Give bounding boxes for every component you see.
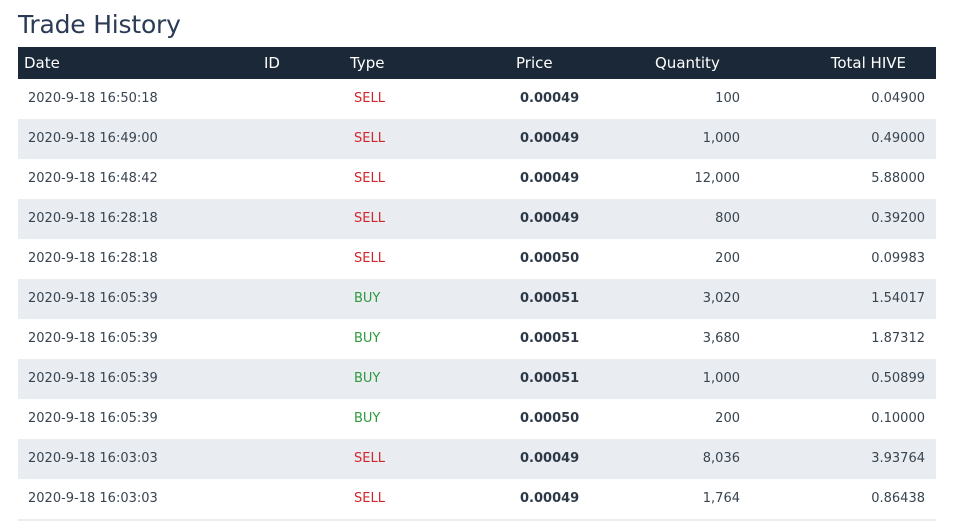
- cell-total-hive: 5.88000: [871, 171, 925, 186]
- cell-quantity: 200: [715, 251, 740, 266]
- cell-total-hive: 0.86438: [871, 491, 925, 506]
- cell-type: SELL: [354, 491, 385, 506]
- cell-quantity: 12,000: [694, 171, 741, 186]
- cell-date: 2020-9-18 16:05:39: [28, 291, 158, 306]
- cell-total-hive: 0.49000: [871, 131, 925, 146]
- cell-type: SELL: [354, 91, 385, 106]
- cell-price: 0.00049: [520, 91, 580, 106]
- header-total-hive[interactable]: Total HIVE: [831, 47, 906, 79]
- cell-date: 2020-9-18 16:03:03: [28, 491, 158, 506]
- cell-date: 2020-9-18 16:50:18: [28, 91, 158, 106]
- table-row: 2020-9-18 16:03:03 SELL 0.00049 1,764 0.8643…: [18, 479, 936, 519]
- cell-quantity: 8,036: [702, 451, 740, 466]
- table-row: 2020-9-18 16:05:39 BUY 0.00051 1,000 0.50899: [18, 359, 936, 399]
- header-type[interactable]: Type: [350, 47, 384, 79]
- cell-price: 0.00051: [520, 331, 580, 346]
- cell-date: 2020-9-18 16:28:18: [28, 211, 158, 226]
- cell-total-hive: 3.93764: [871, 451, 925, 466]
- cell-quantity: 800: [715, 211, 740, 226]
- cell-total-hive: 0.10000: [871, 411, 925, 426]
- cell-quantity: 100: [715, 91, 740, 106]
- cell-total-hive: 1.54017: [871, 291, 925, 306]
- cell-total-hive: 0.04900: [871, 91, 925, 106]
- cell-total-hive: 0.39200: [871, 211, 925, 226]
- cell-date: 2020-9-18 16:48:42: [28, 171, 158, 186]
- cell-date: 2020-9-18 16:05:39: [28, 411, 158, 426]
- table-header: Date ID Type Price Quantity Total HIVE: [18, 47, 936, 79]
- cell-price: 0.00049: [520, 131, 580, 146]
- cell-price: 0.00049: [520, 491, 580, 506]
- table-row: 2020-9-18 16:28:18 SELL 0.00050 200 0.09983: [18, 239, 936, 279]
- cell-type: BUY: [354, 291, 381, 306]
- cell-price: 0.00050: [520, 411, 580, 426]
- cell-price: 0.00049: [520, 451, 580, 466]
- cell-type: SELL: [354, 171, 385, 186]
- page-title: Trade History: [18, 10, 181, 39]
- cell-price: 0.00051: [520, 291, 580, 306]
- table-row: 2020-9-18 16:05:39 BUY 0.00050 200 0.10000: [18, 399, 936, 439]
- header-id[interactable]: ID: [264, 47, 280, 79]
- cell-total-hive: 0.09983: [871, 251, 925, 266]
- cell-total-hive: 0.50899: [871, 371, 925, 386]
- table-row: 2020-9-18 16:28:18 SELL 0.00049 800 0.39200: [18, 199, 936, 239]
- table-row: 2020-9-18 16:48:42 SELL 0.00049 12,000 5.880…: [18, 159, 936, 199]
- header-quantity[interactable]: Quantity: [655, 47, 720, 79]
- cell-price: 0.00050: [520, 251, 580, 266]
- table-row: 2020-9-18 16:03:03 SELL 0.00049 8,036 3.9376…: [18, 439, 936, 479]
- cell-quantity: 3,680: [702, 331, 740, 346]
- cell-date: 2020-9-18 16:28:18: [28, 251, 158, 266]
- cell-quantity: 200: [715, 411, 740, 426]
- cell-date: 2020-9-18 16:03:03: [28, 451, 158, 466]
- trade-history-page: Trade History Date ID Type Price Quantit…: [0, 0, 971, 521]
- cell-quantity: 1,000: [702, 371, 740, 386]
- cell-quantity: 3,020: [702, 291, 740, 306]
- cell-type: SELL: [354, 451, 385, 466]
- cell-quantity: 1,000: [702, 131, 740, 146]
- cell-date: 2020-9-18 16:49:00: [28, 131, 158, 146]
- cell-type: BUY: [354, 411, 381, 426]
- cell-type: BUY: [354, 331, 381, 346]
- header-date[interactable]: Date: [24, 47, 60, 79]
- cell-type: SELL: [354, 251, 385, 266]
- cell-type: SELL: [354, 211, 385, 226]
- cell-type: SELL: [354, 131, 385, 146]
- header-price[interactable]: Price: [516, 47, 553, 79]
- table-body: 2020-9-18 16:50:18 SELL 0.00049 100 0.04900 2…: [18, 79, 936, 519]
- table-row: 2020-9-18 16:49:00 SELL 0.00049 1,000 0.4900…: [18, 119, 936, 159]
- table-row: 2020-9-18 16:05:39 BUY 0.00051 3,680 1.87312: [18, 319, 936, 359]
- cell-type: BUY: [354, 371, 381, 386]
- cell-quantity: 1,764: [702, 491, 740, 506]
- cell-price: 0.00051: [520, 371, 580, 386]
- cell-date: 2020-9-18 16:05:39: [28, 331, 158, 346]
- cell-price: 0.00049: [520, 171, 580, 186]
- cell-date: 2020-9-18 16:05:39: [28, 371, 158, 386]
- trade-history-table: Date ID Type Price Quantity Total HIVE 2…: [18, 47, 936, 521]
- cell-price: 0.00049: [520, 211, 580, 226]
- table-row: 2020-9-18 16:50:18 SELL 0.00049 100 0.04900: [18, 79, 936, 119]
- table-row: 2020-9-18 16:05:39 BUY 0.00051 3,020 1.54017: [18, 279, 936, 319]
- cell-total-hive: 1.87312: [871, 331, 925, 346]
